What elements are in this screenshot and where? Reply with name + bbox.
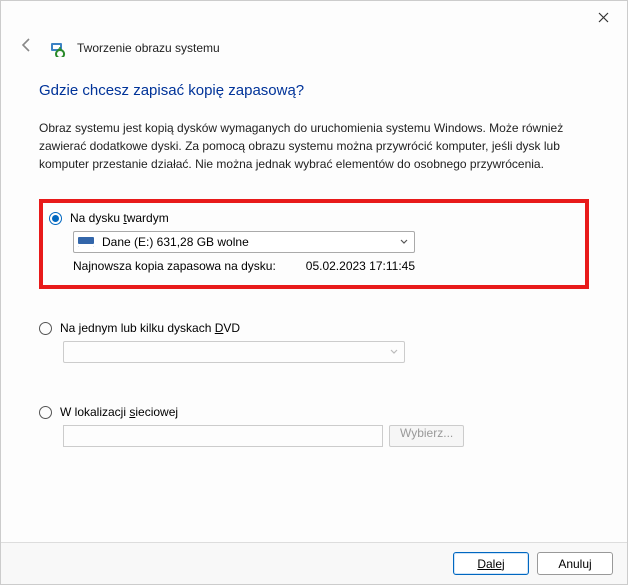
option-dvd-block: Na jednym lub kilku dyskach DVD xyxy=(39,317,589,367)
description-text: Obraz systemu jest kopią dysków wymagany… xyxy=(39,119,589,173)
radio-network-label[interactable]: W lokalizacji sieciowej xyxy=(60,405,178,419)
chevron-down-icon xyxy=(400,237,408,248)
radio-harddisk[interactable] xyxy=(49,212,62,225)
last-backup-label: Najnowsza kopia zapasowa na dysku: xyxy=(73,259,276,273)
radio-dvd[interactable] xyxy=(39,322,52,335)
disk-icon xyxy=(78,237,94,247)
browse-button: Wybierz... xyxy=(389,425,464,447)
dvd-drive-selector xyxy=(63,341,405,363)
close-button[interactable] xyxy=(585,4,621,30)
chevron-down-icon xyxy=(390,347,398,358)
radio-dvd-label[interactable]: Na jednym lub kilku dyskach DVD xyxy=(60,321,240,335)
option-harddisk-block: Na dysku twardym Dane (E:) 631,28 GB wol… xyxy=(39,199,589,289)
window-title: Tworzenie obrazu systemu xyxy=(77,41,220,55)
drive-selector[interactable]: Dane (E:) 631,28 GB wolne xyxy=(73,231,415,253)
back-arrow-icon[interactable] xyxy=(15,37,39,58)
cancel-button[interactable]: Anuluj xyxy=(537,552,613,575)
page-heading: Gdzie chcesz zapisać kopię zapasową? xyxy=(39,82,589,99)
network-path-input xyxy=(63,425,383,447)
radio-harddisk-label[interactable]: Na dysku twardym xyxy=(70,211,169,225)
selected-drive-text: Dane (E:) 631,28 GB wolne xyxy=(102,235,249,249)
next-button[interactable]: Dalej xyxy=(453,552,529,575)
app-icon xyxy=(49,39,67,57)
footer: Dalej Anuluj xyxy=(1,542,627,584)
header: Tworzenie obrazu systemu xyxy=(1,33,627,68)
radio-network[interactable] xyxy=(39,406,52,419)
option-network-block: W lokalizacji sieciowej Wybierz... xyxy=(39,401,589,451)
last-backup-value: 05.02.2023 17:11:45 xyxy=(306,259,415,273)
